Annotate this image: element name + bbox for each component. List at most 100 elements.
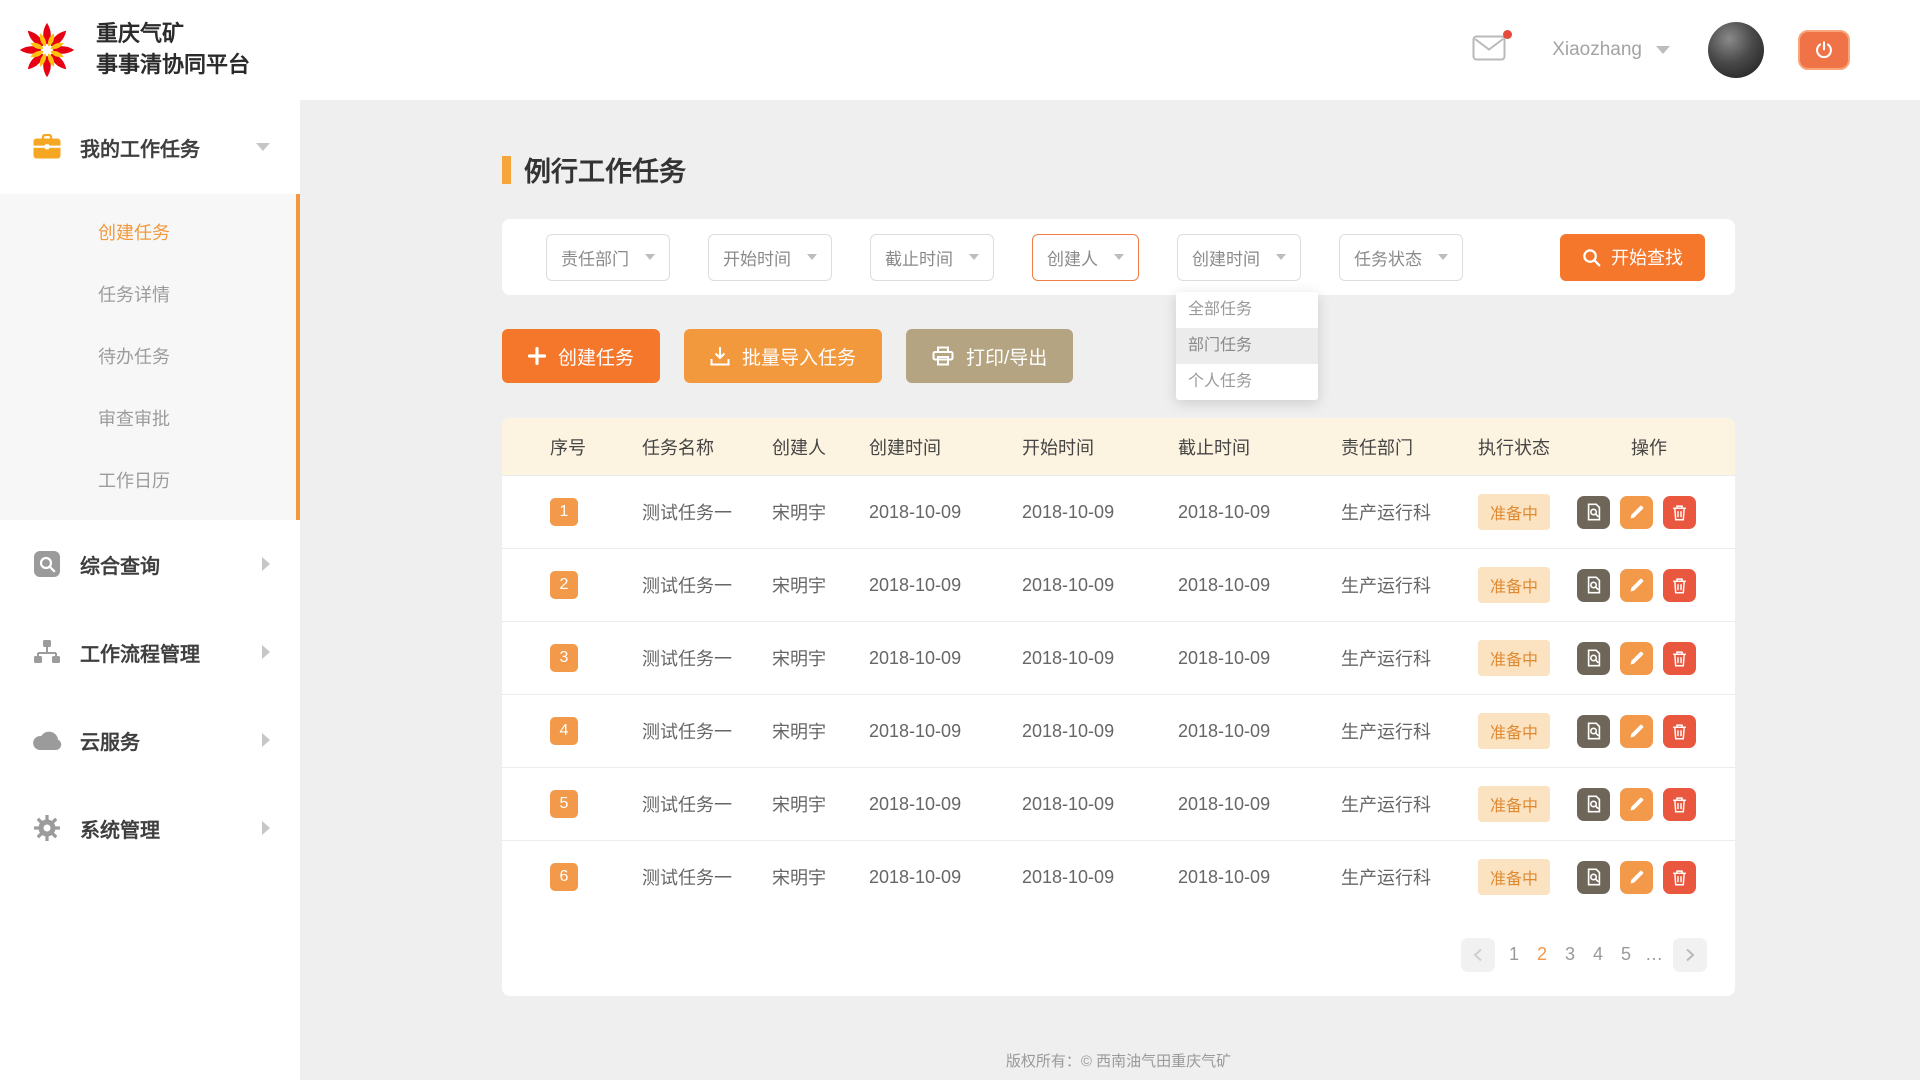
briefcase-icon xyxy=(30,134,64,160)
filter-dropdown-dept[interactable]: 责任部门 xyxy=(546,234,670,281)
chevron-down-icon[interactable] xyxy=(1656,46,1670,54)
col-header: 责任部门 xyxy=(1341,434,1478,460)
sidebar-item-search[interactable]: 综合查询 xyxy=(0,520,300,608)
submenu-item[interactable]: 工作日历 xyxy=(0,450,296,512)
delete-task-button[interactable] xyxy=(1663,861,1696,894)
page-number[interactable]: 5 xyxy=(1615,944,1637,965)
row-actions xyxy=(1577,496,1735,529)
gear-icon xyxy=(30,814,64,842)
filter-dropdown-end-time[interactable]: 截止时间 xyxy=(870,234,994,281)
status-badge: 准备中 xyxy=(1478,859,1550,895)
task-start-date: 2018-10-09 xyxy=(1022,575,1178,596)
create-task-button[interactable]: 创建任务 xyxy=(502,329,660,383)
submenu-item[interactable]: 审查审批 xyxy=(0,388,296,450)
task-end-date: 2018-10-09 xyxy=(1178,648,1341,669)
table-row: 6 测试任务一 宋明宇 2018-10-09 2018-10-09 2018-1… xyxy=(502,840,1735,913)
pagination-prev-button[interactable] xyxy=(1461,938,1495,972)
chevron-right-icon xyxy=(262,645,270,659)
task-department: 生产运行科 xyxy=(1341,791,1478,817)
dropdown-label: 开始时间 xyxy=(723,245,791,270)
dropdown-label: 截止时间 xyxy=(885,245,953,270)
filter-dropdown-status[interactable]: 任务状态 xyxy=(1339,234,1463,281)
submenu-item[interactable]: 任务详情 xyxy=(0,264,296,326)
chevron-right-icon xyxy=(1684,948,1696,962)
task-creator: 宋明宇 xyxy=(772,791,869,817)
task-created-date: 2018-10-09 xyxy=(869,794,1022,815)
filter-dropdown-creator[interactable]: 创建人 xyxy=(1032,234,1139,281)
page-number[interactable]: 1 xyxy=(1503,944,1525,965)
plus-icon xyxy=(528,347,546,365)
page-number[interactable]: 3 xyxy=(1559,944,1581,965)
filter-dropdown-create-time[interactable]: 创建时间 xyxy=(1177,234,1301,281)
view-detail-icon xyxy=(1585,649,1603,667)
delete-task-button[interactable] xyxy=(1663,715,1696,748)
sidebar-item-workflow[interactable]: 工作流程管理 xyxy=(0,608,300,696)
edit-task-button[interactable] xyxy=(1620,569,1653,602)
task-end-date: 2018-10-09 xyxy=(1178,721,1341,742)
submenu-item[interactable]: 待办任务 xyxy=(0,326,296,388)
view-task-button[interactable] xyxy=(1577,715,1610,748)
dropdown-menu-item[interactable]: 全部任务 xyxy=(1176,292,1318,328)
row-number-badge: 3 xyxy=(550,644,578,672)
table-row: 2 测试任务一 宋明宇 2018-10-09 2018-10-09 2018-1… xyxy=(502,548,1735,621)
delete-task-button[interactable] xyxy=(1663,788,1696,821)
task-department: 生产运行科 xyxy=(1341,718,1478,744)
view-task-button[interactable] xyxy=(1577,861,1610,894)
sidebar-item-my-tasks[interactable]: 我的工作任务 xyxy=(0,100,300,194)
task-end-date: 2018-10-09 xyxy=(1178,502,1341,523)
pagination-pages: 12345… xyxy=(1503,944,1665,965)
pencil-icon xyxy=(1628,504,1645,521)
pagination-next-button[interactable] xyxy=(1673,938,1707,972)
delete-task-button[interactable] xyxy=(1663,642,1696,675)
dropdown-label: 创建时间 xyxy=(1192,245,1260,270)
dropdown-menu-item[interactable]: 部门任务 xyxy=(1176,328,1318,364)
row-number-badge: 6 xyxy=(550,863,578,891)
row-number-badge: 2 xyxy=(550,571,578,599)
col-header: 任务名称 xyxy=(642,434,772,460)
task-name: 测试任务一 xyxy=(642,718,772,744)
trash-icon xyxy=(1671,650,1688,667)
row-actions xyxy=(1577,569,1735,602)
edit-task-button[interactable] xyxy=(1620,715,1653,748)
view-task-button[interactable] xyxy=(1577,788,1610,821)
task-department: 生产运行科 xyxy=(1341,864,1478,890)
sidebar-item-cloud[interactable]: 云服务 xyxy=(0,696,300,784)
search-tile-icon xyxy=(30,550,64,578)
filter-dropdown-start-time[interactable]: 开始时间 xyxy=(708,234,832,281)
edit-task-button[interactable] xyxy=(1620,861,1653,894)
toolbar: 创建任务 批量导入任务 打印/导出 xyxy=(502,329,1735,383)
task-start-date: 2018-10-09 xyxy=(1022,867,1178,888)
chevron-down-icon xyxy=(645,254,655,260)
sidebar-item-label: 综合查询 xyxy=(80,550,262,579)
status-badge: 准备中 xyxy=(1478,713,1550,749)
trash-icon xyxy=(1671,723,1688,740)
username[interactable]: Xiaozhang xyxy=(1552,39,1642,61)
mail-button[interactable] xyxy=(1472,35,1506,66)
edit-task-button[interactable] xyxy=(1620,788,1653,821)
task-name: 测试任务一 xyxy=(642,499,772,525)
print-export-button[interactable]: 打印/导出 xyxy=(906,329,1073,383)
task-table: 序号 任务名称 创建人 创建时间 开始时间 截止时间 责任部门 执行状态 操作 … xyxy=(502,418,1735,996)
sidebar-item-system[interactable]: 系统管理 xyxy=(0,784,300,872)
edit-task-button[interactable] xyxy=(1620,642,1653,675)
logout-button[interactable] xyxy=(1798,30,1850,70)
view-task-button[interactable] xyxy=(1577,642,1610,675)
col-header: 创建人 xyxy=(772,434,869,460)
page-number[interactable]: 4 xyxy=(1587,944,1609,965)
delete-task-button[interactable] xyxy=(1663,569,1696,602)
dropdown-label: 责任部门 xyxy=(561,245,629,270)
task-end-date: 2018-10-09 xyxy=(1178,794,1341,815)
submenu-item[interactable]: 创建任务 xyxy=(0,202,296,264)
search-button[interactable]: 开始查找 xyxy=(1560,234,1705,281)
avatar[interactable] xyxy=(1708,22,1764,78)
dropdown-menu-item[interactable]: 个人任务 xyxy=(1176,364,1318,400)
page-title-text: 例行工作任务 xyxy=(524,150,686,189)
edit-task-button[interactable] xyxy=(1620,496,1653,529)
delete-task-button[interactable] xyxy=(1663,496,1696,529)
row-actions xyxy=(1577,642,1735,675)
view-task-button[interactable] xyxy=(1577,496,1610,529)
view-task-button[interactable] xyxy=(1577,569,1610,602)
batch-import-button[interactable]: 批量导入任务 xyxy=(684,329,882,383)
page-number[interactable]: 2 xyxy=(1531,944,1553,965)
dropdown-label: 任务状态 xyxy=(1354,245,1422,270)
